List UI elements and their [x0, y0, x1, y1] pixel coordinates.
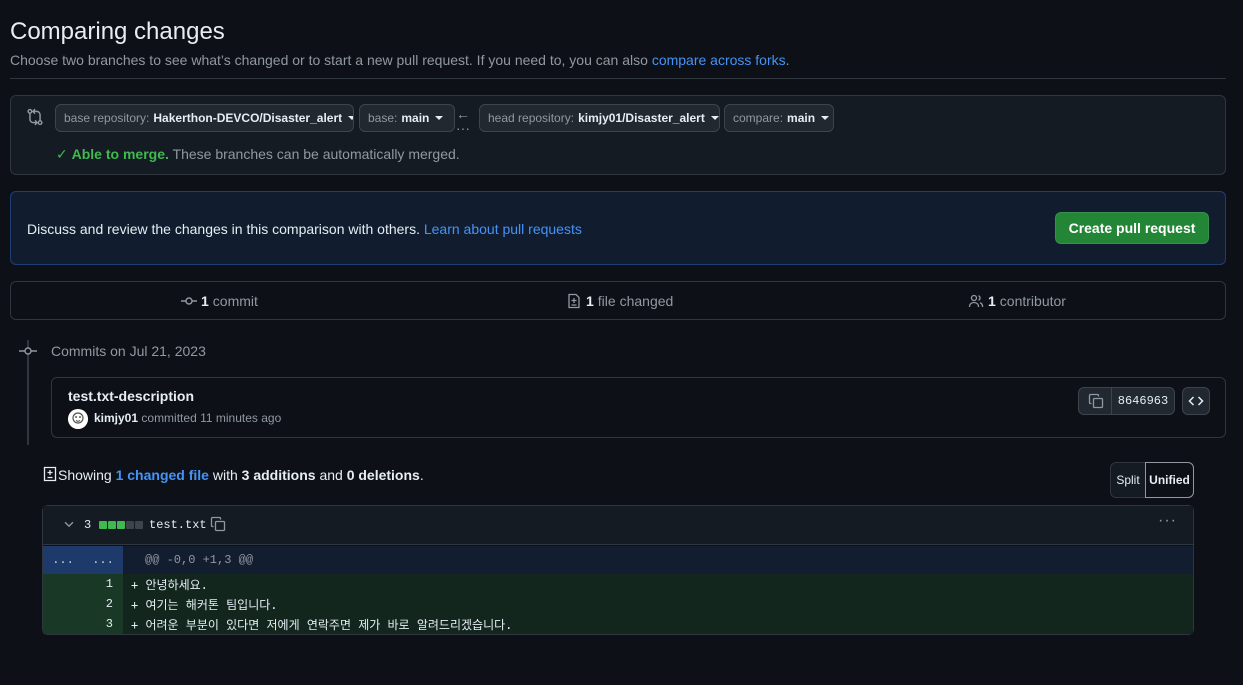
base-repository-label: base repository: [64, 111, 150, 125]
diff-line[interactable]: 3 + 어려운 부분이 있다면 저에게 연락주면 제가 바로 알려드리겠습니다. [43, 614, 1193, 634]
copy-icon [1088, 393, 1103, 409]
chevron-down-icon [435, 116, 444, 120]
line-number[interactable]: 3 [87, 617, 113, 631]
chevron-down-icon [821, 116, 830, 120]
diffstat-block [135, 521, 143, 529]
diffstat-block [117, 521, 125, 529]
copy-icon[interactable] [210, 516, 226, 532]
expand-hunk-button[interactable]: ...... [43, 546, 123, 574]
compare-branch-select[interactable]: compare: main [724, 104, 834, 132]
compare-branch-label: compare: [733, 111, 784, 125]
line-number[interactable]: 1 [87, 577, 113, 591]
line-code: + 어려운 부분이 있다면 저에게 연락주면 제가 바로 알려드리겠습니다. [131, 617, 513, 632]
people-icon [968, 294, 984, 308]
base-branch-value: main [401, 111, 430, 125]
split-view-button[interactable]: Split [1110, 462, 1145, 498]
commits-label: commit [212, 293, 258, 309]
subtitle-text: Choose two branches to see what’s change… [10, 52, 648, 68]
merge-ok-label: Able to merge. [71, 146, 169, 162]
deletions-count: 0 deletions [346, 467, 420, 483]
subtitle-end: . [785, 52, 790, 68]
kebab-menu-icon[interactable]: ··· [1158, 513, 1180, 532]
base-repository-value: Hakerthon-DEVCO/Disaster_alert [153, 111, 343, 125]
commit-meta: kimjy01 committed 11 minutes ago [94, 411, 281, 425]
changed-files-link[interactable]: 1 changed file [116, 467, 209, 483]
commit-time: committed 11 minutes ago [141, 411, 282, 425]
files-label: file changed [597, 293, 674, 309]
contributors-count: 1 [988, 293, 996, 309]
commit-sha-link[interactable]: 8646963 [1111, 387, 1175, 415]
file-diff-icon [43, 466, 57, 482]
browse-repository-button[interactable] [1182, 387, 1210, 415]
hunk-new-gutter: ... [92, 553, 114, 567]
line-code: + 여기는 해커톤 팀입니다. [131, 597, 278, 612]
diffstat-block [108, 521, 116, 529]
commit-item [51, 377, 1226, 438]
hunk-header: @@ -0,0 +1,3 @@ [145, 553, 254, 567]
commits-count: 1 [201, 293, 209, 309]
head-repository-value: kimjy01/Disaster_alert [578, 111, 705, 125]
line-gutter: 1 [43, 574, 123, 594]
file-diff-icon [568, 293, 580, 309]
header-divider [10, 78, 1226, 79]
merge-status: ✓ Able to merge. These branches can be a… [56, 146, 460, 163]
unified-view-button[interactable]: Unified [1145, 462, 1194, 498]
head-repository-label: head repository: [488, 111, 575, 125]
additions-count: 3 additions [241, 467, 316, 483]
git-commit-icon [19, 347, 37, 355]
compare-branch-value: main [787, 111, 816, 125]
with-label: with [212, 467, 238, 483]
files-count: 1 [586, 293, 594, 309]
chevron-down-icon [348, 116, 353, 120]
diffstat-block [126, 521, 134, 529]
contributors-label: contributor [999, 293, 1066, 309]
page-subtitle: Choose two branches to see what’s change… [10, 52, 790, 68]
diff-line[interactable]: 2 + 여기는 해커톤 팀입니다. [43, 594, 1193, 614]
line-number[interactable]: 2 [87, 597, 113, 611]
avatar-image [68, 409, 88, 429]
period: . [419, 467, 424, 483]
compare-across-forks-link[interactable]: compare across forks [652, 52, 786, 68]
learn-pull-requests-link[interactable]: Learn about pull requests [424, 221, 582, 237]
banner-message: Discuss and review the changes in this c… [27, 221, 420, 237]
line-gutter: 3 [43, 614, 123, 634]
git-commit-icon [181, 297, 197, 305]
hunk-old-gutter: ... [52, 553, 74, 567]
base-repository-select[interactable]: base repository: Hakerthon-DEVCO/Disaster… [55, 104, 354, 132]
commits-tab[interactable]: 1 commit [181, 293, 258, 309]
code-icon [1188, 396, 1204, 406]
and-label: and [319, 467, 343, 483]
banner-text: Discuss and review the changes in this c… [27, 221, 582, 237]
line-gutter: 2 [43, 594, 123, 614]
files-changed-tab[interactable]: 1 file changed [566, 293, 673, 309]
page-title: Comparing changes [10, 18, 225, 45]
chevron-down-icon[interactable] [62, 517, 76, 531]
head-repository-select[interactable]: head repository: kimjy01/Disaster_alert [479, 104, 720, 132]
diffstat-block [99, 521, 107, 529]
base-branch-select[interactable]: base: main [359, 104, 455, 132]
avatar[interactable] [68, 409, 88, 429]
commit-author-link[interactable]: kimjy01 [94, 411, 138, 425]
file-additions-count: 3 [84, 518, 92, 532]
git-compare-icon [27, 108, 43, 126]
commit-title-link[interactable]: test.txt-description [68, 388, 194, 404]
contributors-tab[interactable]: 1 contributor [968, 293, 1066, 309]
create-pull-request-button[interactable]: Create pull request [1055, 212, 1209, 244]
copy-sha-button[interactable] [1078, 387, 1112, 415]
base-branch-label: base: [368, 111, 398, 125]
file-name-link[interactable]: test.txt [149, 518, 207, 532]
diff-summary: Showing 1 changed file with 3 additions … [58, 467, 424, 483]
check-icon: ✓ [56, 146, 68, 162]
line-code: + 안녕하세요. [131, 577, 208, 592]
commits-date-heading: Commits on Jul 21, 2023 [51, 343, 206, 359]
diff-line[interactable]: 1 + 안녕하세요. [43, 574, 1193, 594]
chevron-down-icon [710, 116, 719, 120]
arrow-left-icon: ← ··· [456, 106, 470, 136]
showing-label: Showing [58, 467, 112, 483]
merge-message: These branches can be automatically merg… [172, 146, 460, 162]
